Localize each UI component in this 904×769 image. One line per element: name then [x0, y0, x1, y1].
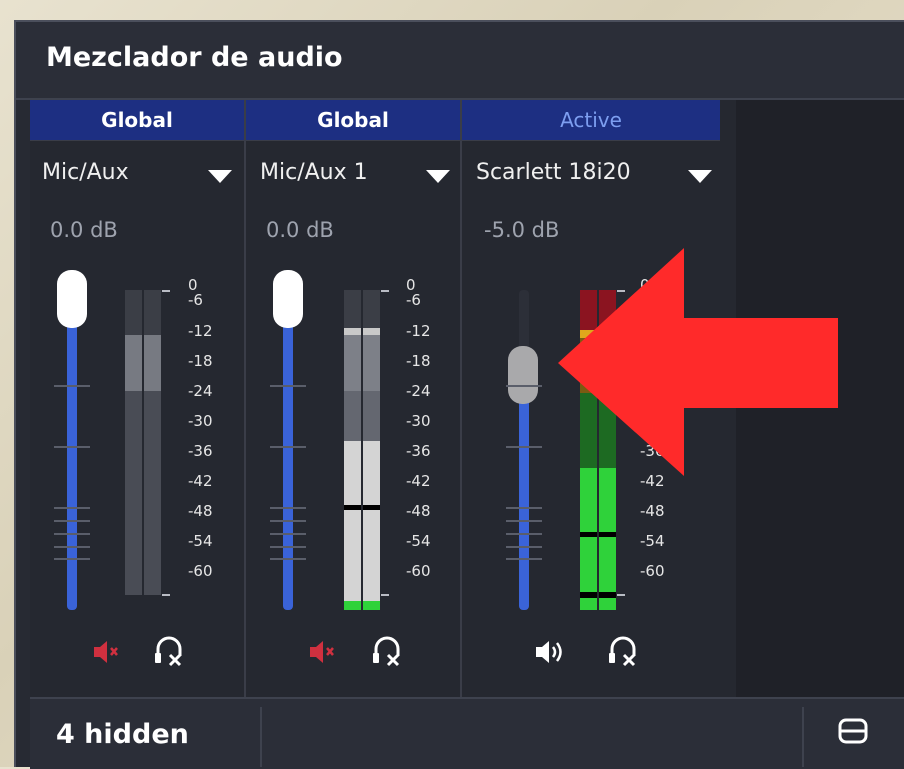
scale-label: -12: [188, 322, 213, 340]
channel-header: Global: [30, 100, 244, 141]
scale-label: -36: [188, 442, 213, 460]
scale-label: -30: [406, 412, 431, 430]
device-select[interactable]: Mic/Aux 1: [260, 160, 368, 185]
scale-label: -42: [406, 472, 431, 490]
muted-speaker-icon[interactable]: [92, 638, 122, 666]
scale-label: -6: [188, 291, 203, 309]
slider-tick: [270, 546, 306, 548]
device-select[interactable]: Scarlett 18i20: [476, 160, 631, 185]
headphones-off-icon[interactable]: [370, 634, 404, 668]
volume-slider-track[interactable]: [519, 290, 529, 610]
slider-tick: [54, 385, 90, 387]
channel-strip-mic-aux: Global Mic/Aux 0.0 dB 0 -6 -12 -18 -24 -…: [30, 100, 246, 697]
scale-label: -18: [406, 352, 431, 370]
footer-divider: [260, 707, 262, 767]
scale-label: -24: [406, 382, 431, 400]
level-meter-left: [344, 290, 361, 610]
scale-label: -60: [640, 562, 665, 580]
scale-label: -54: [188, 532, 213, 550]
dropdown-arrow-icon[interactable]: [688, 170, 712, 183]
slider-tick: [270, 558, 306, 560]
mixer-footer: 4 hidden: [30, 697, 904, 769]
scale-label: -12: [406, 322, 431, 340]
scale-label: -48: [640, 502, 665, 520]
slider-tick: [270, 520, 306, 522]
muted-speaker-icon[interactable]: [308, 638, 338, 666]
scale-label: -24: [188, 382, 213, 400]
speaker-icon[interactable]: [534, 638, 566, 666]
slider-tick: [54, 520, 90, 522]
channel-header: Global: [246, 100, 460, 141]
volume-db-label: -5.0 dB: [484, 218, 560, 242]
channel-strip-mic-aux-1: Global Mic/Aux 1 0.0 dB 0 -6 -12 -18 -24…: [246, 100, 462, 697]
volume-db-label: 0.0 dB: [266, 218, 334, 242]
headphones-off-icon[interactable]: [152, 634, 186, 668]
slider-tick: [506, 520, 542, 522]
volume-slider-handle[interactable]: [273, 270, 303, 328]
level-meter-left: [125, 290, 142, 595]
slider-tick: [54, 533, 90, 535]
slider-tick: [54, 507, 90, 509]
dropdown-arrow-icon[interactable]: [426, 170, 450, 183]
scale-label: -54: [406, 532, 431, 550]
slider-tick: [54, 546, 90, 548]
slider-tick: [506, 533, 542, 535]
slider-tick: [506, 558, 542, 560]
scale-label: -30: [188, 412, 213, 430]
slider-tick: [270, 385, 306, 387]
layout-icon[interactable]: [838, 717, 870, 747]
hidden-count-label[interactable]: 4 hidden: [56, 719, 189, 750]
slider-tick: [506, 446, 542, 448]
slider-tick: [54, 446, 90, 448]
volume-slider-handle[interactable]: [508, 346, 538, 404]
scale-label: -60: [188, 562, 213, 580]
slider-tick: [506, 546, 542, 548]
level-meter-right: [144, 290, 161, 595]
scale-label: -6: [406, 291, 421, 309]
scale-label: -54: [640, 532, 665, 550]
level-meter-right: [363, 290, 380, 610]
dock-title: Mezclador de audio: [46, 42, 343, 73]
volume-slider-track[interactable]: [67, 290, 77, 610]
scale-label: -60: [406, 562, 431, 580]
slider-tick: [270, 533, 306, 535]
slider-tick: [270, 507, 306, 509]
volume-slider-track[interactable]: [283, 290, 293, 610]
scale-label: -42: [188, 472, 213, 490]
dock-title-bar[interactable]: Mezclador de audio: [16, 22, 904, 100]
slider-tick: [506, 507, 542, 509]
volume-db-label: 0.0 dB: [50, 218, 118, 242]
scale-label: -36: [406, 442, 431, 460]
headphones-off-icon[interactable]: [606, 634, 640, 668]
channel-header: Active: [462, 100, 720, 141]
volume-slider-handle[interactable]: [57, 270, 87, 328]
scale-label: -48: [406, 502, 431, 520]
scale-label: -18: [188, 352, 213, 370]
scale-label: -48: [188, 502, 213, 520]
slider-tick: [54, 558, 90, 560]
slider-tick: [270, 446, 306, 448]
footer-divider: [802, 707, 804, 767]
device-select[interactable]: Mic/Aux: [42, 160, 129, 185]
slider-tick: [506, 385, 542, 387]
dropdown-arrow-icon[interactable]: [208, 170, 232, 183]
red-arrow-annotation: [558, 248, 838, 476]
